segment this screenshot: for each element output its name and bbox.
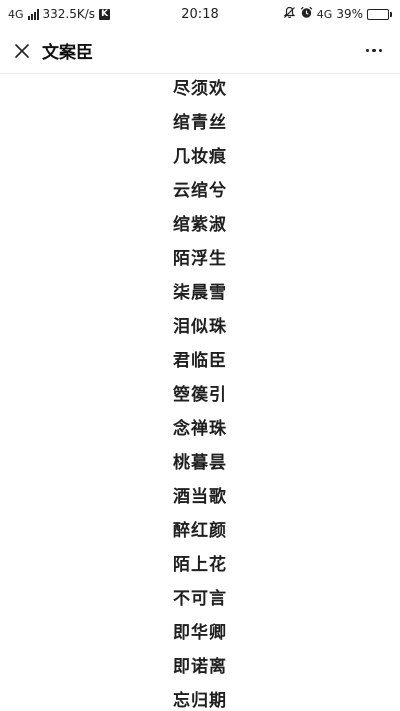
list-item: 念禅珠 (173, 419, 227, 439)
list-item: 绾紫淑 (173, 215, 227, 235)
k-app-icon: K (99, 8, 111, 20)
status-bar: 4G 332.5K/s K 20:18 4G 39% (0, 0, 400, 28)
list-item: 不可言 (173, 589, 227, 609)
name-list: 尽须欢绾青丝几妆痕云绾兮绾紫淑陌浮生柒晨雪泪似珠君临臣箜篌引念禅珠桃暮昙酒当歌醉… (0, 74, 400, 711)
battery-percent: 39% (336, 7, 363, 21)
signal-icon (27, 8, 39, 20)
list-item: 陌浮生 (173, 249, 227, 269)
page-title: 文案臣 (42, 43, 93, 63)
list-item: 忘归期 (173, 691, 227, 711)
list-item: 绾青丝 (173, 113, 227, 133)
list-item: 陌上花 (173, 555, 227, 575)
list-item: 君临臣 (173, 351, 227, 371)
battery-icon (367, 8, 392, 20)
list-item: 几妆痕 (173, 147, 227, 167)
status-right: 4G 39% (283, 0, 392, 28)
alarm-icon (300, 6, 313, 22)
close-button[interactable] (12, 41, 32, 61)
list-item: 尽须欢 (173, 79, 227, 99)
list-item: 柒晨雪 (173, 283, 227, 303)
status-left: 4G 332.5K/s K (8, 0, 111, 28)
more-button[interactable] (360, 37, 388, 65)
close-icon (15, 43, 29, 58)
mute-icon (283, 6, 296, 22)
more-icon (365, 48, 370, 53)
article-content[interactable]: 尽须欢绾青丝几妆痕云绾兮绾紫淑陌浮生柒晨雪泪似珠君临臣箜篌引念禅珠桃暮昙酒当歌醉… (0, 74, 400, 711)
list-item: 即华卿 (173, 623, 227, 643)
list-item: 酒当歌 (173, 487, 227, 507)
network-speed: 332.5K/s (42, 7, 96, 21)
list-item: 云绾兮 (173, 181, 227, 201)
list-item: 醉红颜 (173, 521, 227, 541)
list-item: 箜篌引 (173, 385, 227, 405)
nav-bar: 文案臣 (0, 28, 400, 74)
network-type-right: 4G (316, 7, 333, 21)
network-type: 4G (8, 7, 24, 21)
list-item: 即诺离 (173, 657, 227, 677)
list-item: 泪似珠 (173, 317, 227, 337)
list-item: 桃暮昙 (173, 453, 227, 473)
